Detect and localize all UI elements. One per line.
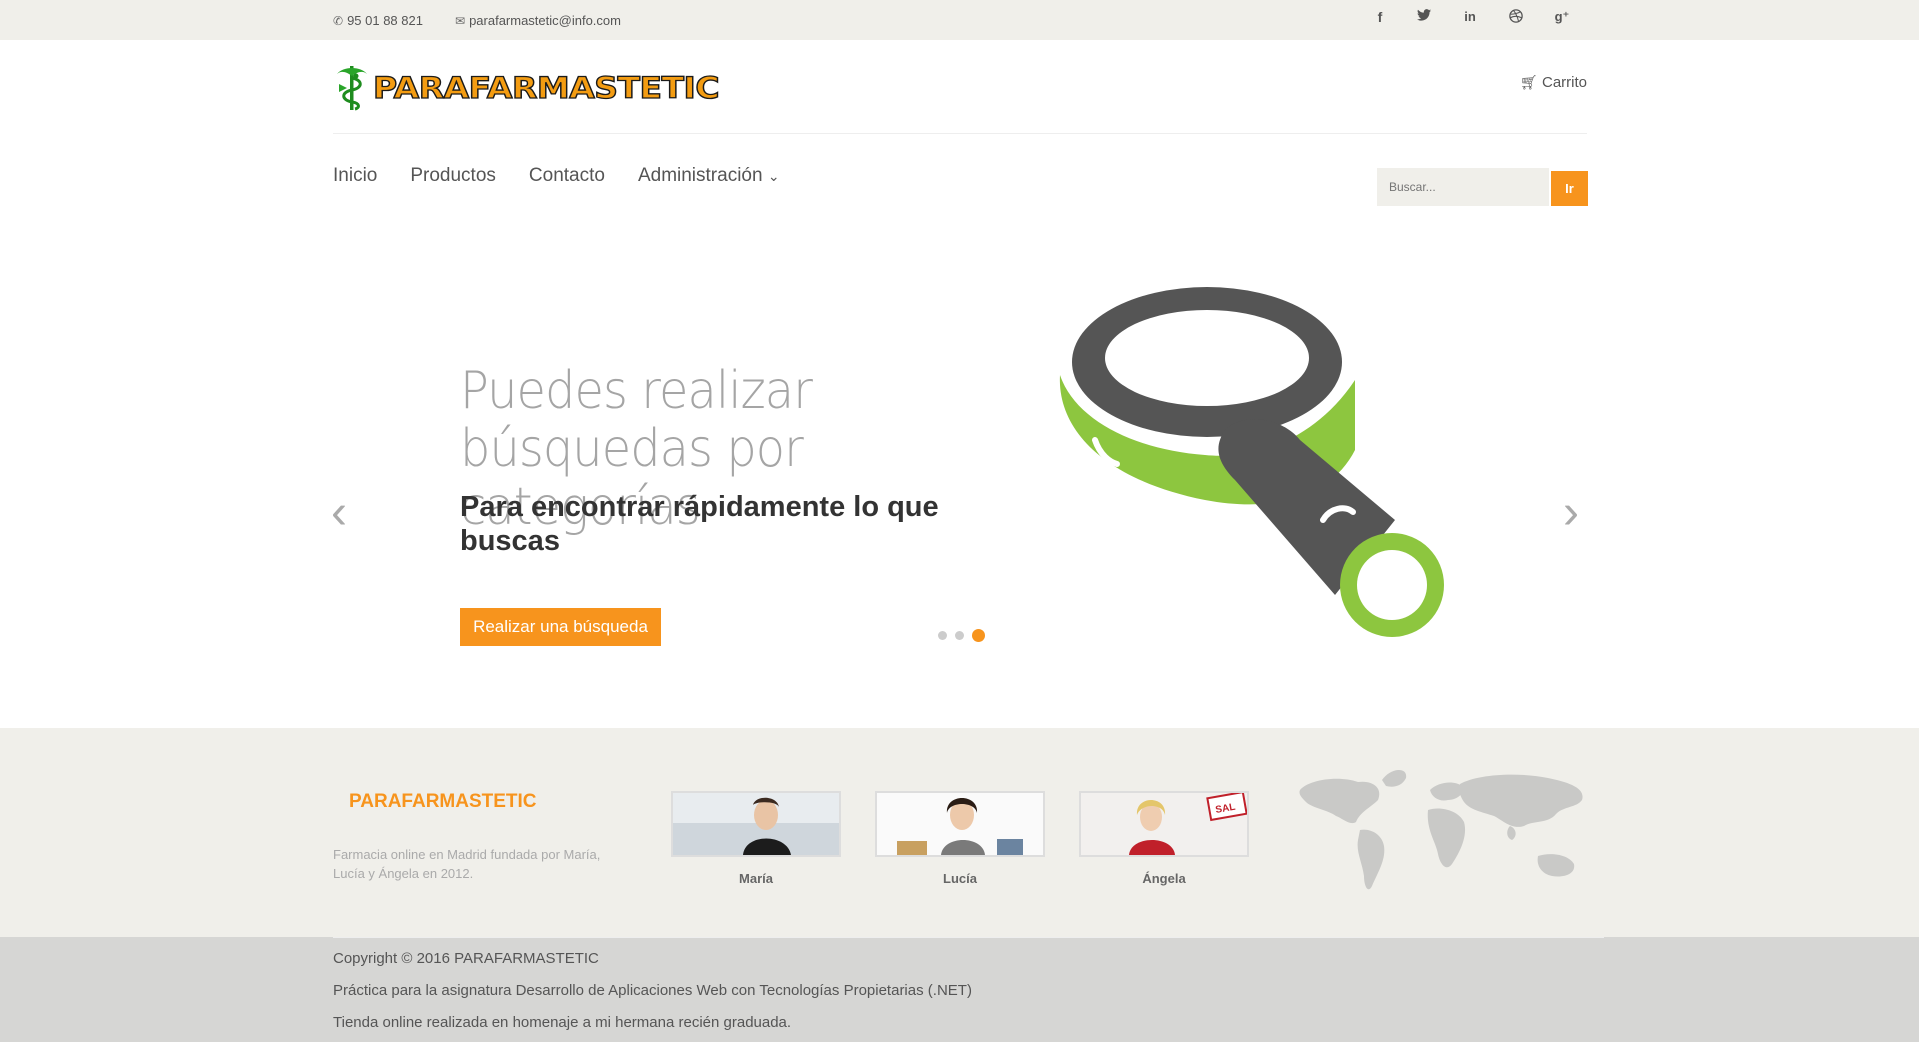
top-bar: ✆ 95 01 88 821 ✉ parafarmastetic@info.com … [0,0,1919,40]
member-card[interactable]: SAL Ángela [1079,791,1249,886]
nav-item-administracion[interactable]: Administración ⌄ [638,165,780,187]
member-card[interactable]: María [671,791,841,886]
twitter-icon[interactable] [1414,9,1434,24]
facebook-icon[interactable]: f [1370,9,1390,25]
magnifier-illustration [1059,287,1444,637]
member-card[interactable]: Lucía [875,791,1045,886]
main-nav: Inicio Productos Contacto Administración… [333,165,813,187]
member-photo: SAL [1079,791,1249,857]
nav-item-productos[interactable]: Productos [410,165,496,187]
cart-label: Carrito [1541,74,1587,91]
linkedin-icon[interactable]: in [1460,9,1480,24]
site-header: PARAFARMASTETIC 🛒︎ Carrito [333,40,1587,134]
member-name: María [739,871,773,886]
slider-prev-arrow[interactable]: ‹ [331,485,347,540]
phone-icon: ✆ [333,14,344,28]
member-name: Lucía [943,871,977,886]
footer-brand: PARAFARMASTETIC [349,791,537,812]
brand-name: PARAFARMASTETIC [372,69,720,105]
footer-description: Farmacia online en Madrid fundada por Ma… [333,847,601,881]
nav-item-label: Administración [637,165,763,186]
phone-info: ✆ 95 01 88 821 [333,13,423,28]
google-plus-icon[interactable]: g⁺ [1552,9,1572,25]
caduceus-icon [337,66,367,111]
slider-dot-active[interactable] [972,629,985,642]
slider-dot[interactable] [938,631,947,640]
envelope-icon: ✉ [455,14,466,28]
slide-subtitle: Para encontrar rápidamente lo que buscas [460,491,939,557]
slider-dots [938,629,985,642]
slider-next-arrow[interactable]: › [1563,485,1579,540]
copyright-text: Copyright © 2016 PARAFARMASTETIC [333,950,599,967]
footer-line-2: Práctica para la asignatura Desarrollo d… [333,982,972,999]
member-photo [671,791,841,857]
search-cta-button[interactable]: Realizar una búsqueda [460,608,661,646]
email-info[interactable]: ✉ parafarmastetic@info.com [455,13,621,28]
footer-divider [333,937,1604,938]
slider-dot[interactable] [955,631,964,640]
dribbble-icon[interactable] [1506,9,1526,26]
chevron-down-icon: ⌄ [767,168,780,184]
cart-link[interactable]: 🛒︎ Carrito [1520,74,1587,91]
search-button[interactable]: Ir [1551,171,1588,206]
cart-icon: 🛒︎ [1520,74,1538,90]
nav-item-contacto[interactable]: Contacto [529,165,605,187]
nav-item-inicio[interactable]: Inicio [333,165,377,187]
email-address[interactable]: parafarmastetic@info.com [469,13,621,28]
member-name: Ángela [1142,871,1186,886]
member-photo [875,791,1045,857]
world-map-illustration [1299,769,1583,890]
footer-line-3: Tienda online realizada en homenaje a mi… [333,1014,792,1031]
logo[interactable]: PARAFARMASTETIC [333,62,720,112]
phone-number: 95 01 88 821 [347,13,423,28]
search-input[interactable] [1377,168,1549,206]
